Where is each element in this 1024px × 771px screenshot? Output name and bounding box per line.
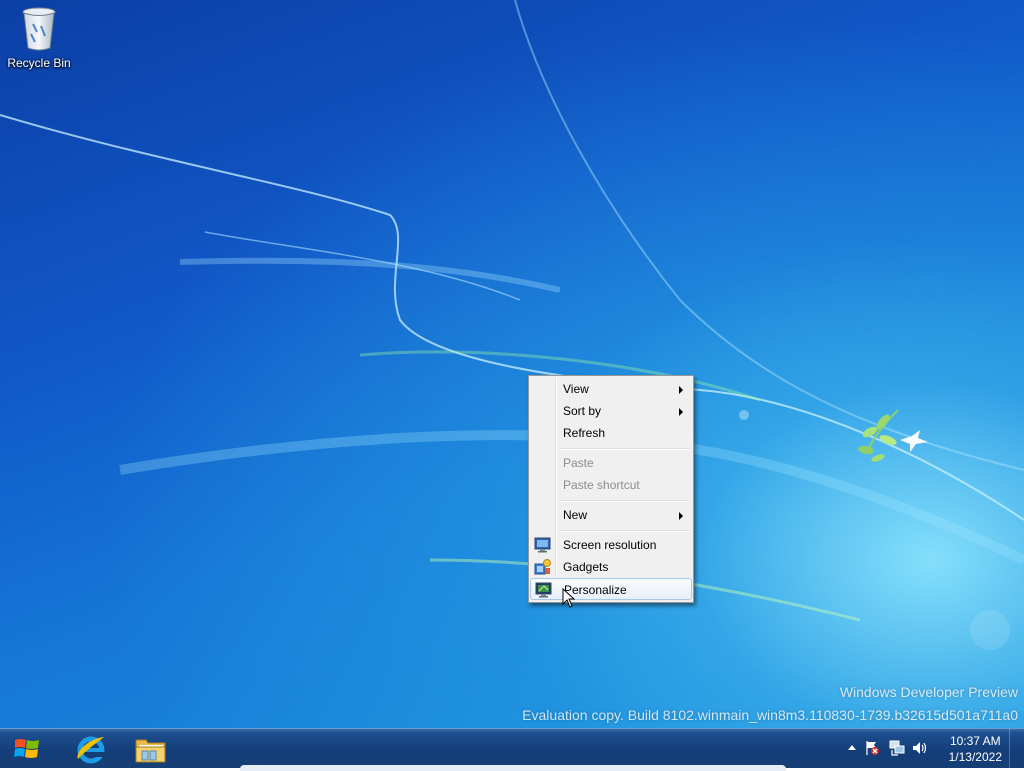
menu-item-label: Gadgets xyxy=(563,560,609,574)
start-button[interactable] xyxy=(0,729,56,768)
mouse-pointer-icon xyxy=(562,588,576,608)
menu-item-view[interactable]: View xyxy=(530,378,692,400)
taskbar-glow-strip xyxy=(240,765,786,771)
menu-separator xyxy=(559,448,690,450)
network-icon[interactable] xyxy=(889,740,905,756)
volume-icon[interactable] xyxy=(912,740,928,756)
personalize-icon xyxy=(535,582,552,598)
wallpaper-bird xyxy=(900,430,928,452)
wallpaper-swirl-art xyxy=(0,0,1024,650)
screen-resolution-icon xyxy=(534,537,551,553)
menu-item-label: Sort by xyxy=(563,404,602,418)
menu-item-screen-resolution[interactable]: Screen resolution xyxy=(530,534,692,556)
desktop-icon-recycle-bin[interactable]: Recycle Bin xyxy=(4,6,74,70)
menu-item-label: View xyxy=(563,382,589,396)
menu-separator xyxy=(559,530,690,532)
taskbar-clock[interactable]: 10:37 AM 1/13/2022 xyxy=(949,733,1002,765)
show-desktop-button[interactable] xyxy=(1009,729,1024,768)
menu-item-paste[interactable]: Paste xyxy=(530,452,692,474)
action-center-flag-icon[interactable] xyxy=(864,740,880,756)
menu-item-gadgets[interactable]: Gadgets xyxy=(530,556,692,578)
clock-time: 10:37 AM xyxy=(949,734,1001,748)
submenu-arrow-icon xyxy=(679,408,683,416)
menu-item-new[interactable]: New xyxy=(530,504,692,526)
taskbar-windows-explorer[interactable] xyxy=(121,730,179,767)
menu-item-sort-by[interactable]: Sort by xyxy=(530,400,692,422)
menu-item-label: New xyxy=(563,508,588,522)
windows-logo-icon xyxy=(14,739,39,758)
wallpaper-leaves xyxy=(858,409,899,462)
internet-explorer-icon xyxy=(77,736,105,764)
menu-item-paste-shortcut[interactable]: Paste shortcut xyxy=(530,474,692,496)
recycle-bin-icon xyxy=(22,7,56,51)
show-hidden-icons-chevron-icon[interactable] xyxy=(848,744,856,750)
menu-item-label: Paste xyxy=(563,456,594,470)
watermark-build: Evaluation copy. Build 8102.winmain_win8… xyxy=(522,707,1018,723)
submenu-arrow-icon xyxy=(679,386,683,394)
desktop-context-menu: View Sort by Refresh Paste Paste shortcu… xyxy=(528,375,694,603)
menu-separator xyxy=(559,500,690,502)
taskbar-internet-explorer[interactable] xyxy=(62,730,120,767)
taskbar: 10:37 AM 1/13/2022 xyxy=(0,728,1024,771)
menu-item-personalize[interactable]: Personalize xyxy=(530,578,692,600)
folder-icon xyxy=(135,739,166,763)
menu-item-label: Screen resolution xyxy=(563,538,657,552)
clock-date: 1/13/2022 xyxy=(948,750,1002,764)
watermark-title: Windows Developer Preview xyxy=(839,684,1018,700)
notification-area: 10:37 AM 1/13/2022 xyxy=(834,729,1024,768)
desktop-icon-label: Recycle Bin xyxy=(7,56,71,70)
gadgets-icon xyxy=(534,559,551,575)
menu-item-label: Paste shortcut xyxy=(563,478,640,492)
submenu-arrow-icon xyxy=(679,512,683,520)
desktop[interactable]: Recycle Bin Windows Developer Preview Ev… xyxy=(0,0,1024,728)
menu-item-label: Refresh xyxy=(563,426,606,440)
menu-item-refresh[interactable]: Refresh xyxy=(530,422,692,444)
